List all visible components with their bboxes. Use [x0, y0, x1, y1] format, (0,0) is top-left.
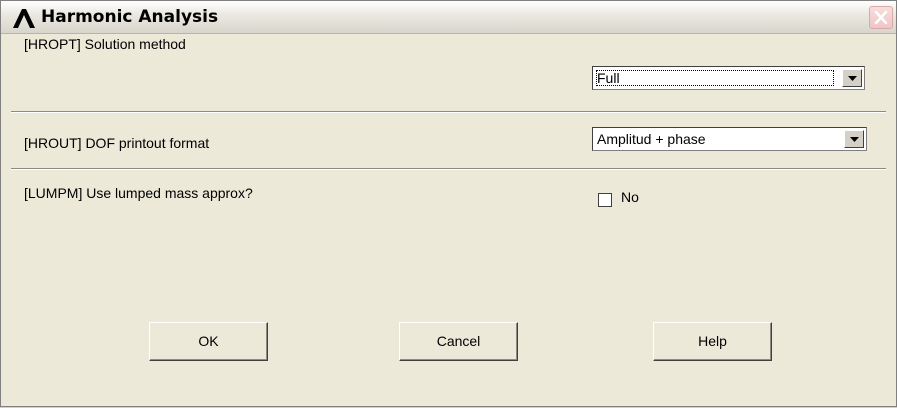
solution-method-value: Full: [597, 70, 620, 86]
solution-method-label: [HROPT] Solution method: [24, 36, 186, 52]
chevron-down-icon: [850, 137, 859, 142]
focus-outline: [596, 70, 834, 86]
close-icon: [874, 10, 888, 25]
close-button[interactable]: [869, 6, 893, 29]
dropdown-arrow-button[interactable]: [842, 69, 862, 87]
lumped-mass-label: [LUMPM] Use lumped mass approx?: [24, 185, 253, 201]
lumped-mass-row: [LUMPM] Use lumped mass approx? No: [1, 170, 896, 408]
lumped-mass-checkbox[interactable]: [598, 193, 612, 207]
ansys-lambda-icon: [11, 7, 37, 29]
dof-printout-value: Amplitud + phase: [597, 131, 706, 147]
ok-button[interactable]: OK: [149, 322, 268, 361]
help-button[interactable]: Help: [653, 322, 772, 361]
harmonic-analysis-dialog: Harmonic Analysis [HROPT] Solution metho…: [0, 0, 897, 407]
title-bar[interactable]: Harmonic Analysis: [1, 1, 896, 34]
solution-method-select[interactable]: Full: [592, 66, 865, 90]
dropdown-arrow-button[interactable]: [844, 130, 864, 148]
cancel-button[interactable]: Cancel: [399, 322, 518, 361]
chevron-down-icon: [848, 76, 857, 81]
dof-printout-label: [HROUT] DOF printout format: [24, 135, 210, 151]
lumped-mass-checkbox-label[interactable]: No: [621, 189, 639, 205]
dof-printout-select[interactable]: Amplitud + phase: [592, 127, 867, 151]
dof-printout-row: [HROUT] DOF printout format Amplitud + p…: [1, 113, 896, 170]
solution-method-row: [HROPT] Solution method Full: [1, 34, 896, 113]
window-title: Harmonic Analysis: [41, 7, 219, 27]
